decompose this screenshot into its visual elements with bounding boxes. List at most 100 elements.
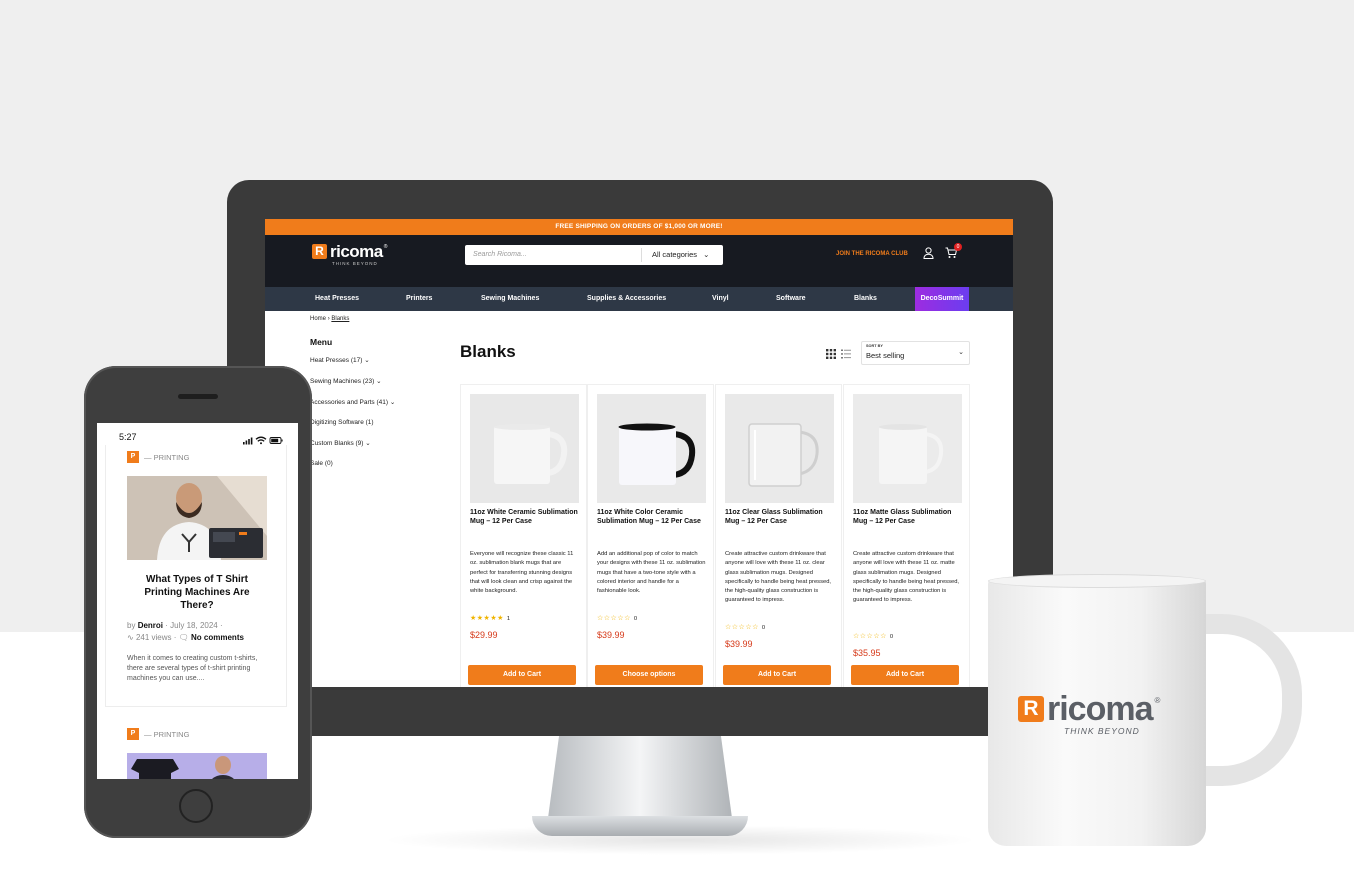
product-description: Create attractive custom drinkware that … [725, 551, 832, 604]
page-title: Blanks [460, 342, 516, 361]
review-count: 0 [761, 625, 766, 631]
sidebar-item-digitizing-software[interactable]: Digitizing Software (1) [310, 419, 374, 426]
product-image[interactable] [725, 394, 834, 503]
breadcrumb-current[interactable]: Blanks [331, 316, 349, 322]
post-comments[interactable]: No comments [191, 633, 244, 642]
site-header: R ricoma ® THINK BEYOND Search Ricoma...… [265, 235, 1013, 287]
phone-home-button[interactable] [179, 789, 213, 823]
sidebar-item-heat-presses[interactable]: Heat Presses (17) ⌄ [310, 356, 370, 364]
grid-view-icon[interactable] [826, 346, 836, 364]
product-title[interactable]: 11oz Clear Glass Sublimation Mug – 12 Pe… [725, 508, 834, 526]
comment-icon: 🗨 [178, 633, 189, 642]
status-time: 5:27 [119, 432, 137, 442]
product-card[interactable]: 11oz Matte Glass Sublimation Mug – 12 Pe… [843, 384, 970, 687]
nav-blanks[interactable]: Blanks [854, 287, 877, 311]
choose-options-button[interactable]: Choose options [595, 665, 703, 685]
nav-heat-presses[interactable]: Heat Presses [315, 287, 359, 311]
post-category[interactable]: — PRINTING [144, 453, 189, 462]
site-logo[interactable]: R ricoma ® THINK BEYOND [312, 242, 387, 266]
sort-label: SORT BY [866, 344, 883, 348]
chevron-down-icon: ⌄ [364, 357, 370, 364]
two-tone-mug-icon [597, 394, 706, 503]
mug-logo: R ricoma ® [1018, 690, 1161, 728]
add-to-cart-button[interactable]: Add to Cart [851, 665, 959, 685]
search-input[interactable]: Search Ricoma... [473, 245, 527, 265]
wifi-icon [255, 436, 267, 442]
post-author[interactable]: Denroi [138, 621, 163, 630]
search-bar: Search Ricoma... All categories ⌄ [465, 245, 723, 265]
add-to-cart-button[interactable]: Add to Cart [723, 665, 831, 685]
chevron-down-icon: ⌄ [703, 250, 710, 259]
sidebar-item-label: Heat Presses (17) [310, 357, 363, 364]
product-description: Add an additional pop of color to match … [597, 551, 706, 595]
signal-icon [243, 437, 253, 445]
product-title[interactable]: 11oz Matte Glass Sublimation Mug – 12 Pe… [853, 508, 962, 526]
product-price: $39.99 [597, 630, 625, 640]
sidebar-item-custom-blanks[interactable]: Custom Blanks (9) ⌄ [310, 439, 371, 447]
add-to-cart-button[interactable]: Add to Cart [468, 665, 576, 685]
product-rating: ☆☆☆☆☆ 0 [597, 615, 638, 622]
mug-tagline: THINK BEYOND [1064, 726, 1140, 736]
sidebar-item-label: Accessories and Parts (41) [310, 399, 389, 406]
post-excerpt: When it comes to creating custom t-shirt… [127, 655, 258, 682]
breadcrumb: Home › Blanks [310, 316, 349, 322]
nav-software[interactable]: Software [776, 287, 806, 311]
post-thumbnail[interactable] [127, 476, 267, 560]
chevron-down-icon: ⌄ [365, 440, 371, 447]
matte-glass-mug-icon [853, 394, 962, 503]
sidebar-title: Menu [310, 337, 333, 347]
product-image[interactable] [470, 394, 579, 503]
nav-decosummit[interactable]: DecoSummit [915, 287, 969, 311]
logo-name: ricoma [330, 242, 383, 261]
list-view-icon[interactable] [841, 346, 851, 364]
nav-vinyl[interactable]: Vinyl [712, 287, 729, 311]
product-card[interactable]: 11oz White Color Ceramic Sublimation Mug… [587, 384, 714, 687]
post-thumbnail[interactable] [127, 753, 267, 779]
nav-printers[interactable]: Printers [406, 287, 432, 311]
review-count: 0 [633, 616, 638, 622]
mug-logo-mark-icon: R [1018, 696, 1044, 722]
post-date: · July 18, 2024 · [165, 621, 223, 630]
product-card[interactable]: 11oz Clear Glass Sublimation Mug – 12 Pe… [715, 384, 842, 687]
mug-logo-reg: ® [1154, 696, 1161, 705]
nav-sewing-machines[interactable]: Sewing Machines [481, 287, 539, 311]
search-divider [641, 248, 642, 262]
review-count: 1 [506, 616, 511, 622]
logo-tagline: THINK BEYOND [332, 261, 378, 266]
product-description: Everyone will recognize these classic 11… [470, 551, 574, 595]
product-title[interactable]: 11oz White Ceramic Sublimation Mug – 12 … [470, 508, 579, 526]
phone-speaker [178, 394, 218, 399]
product-image[interactable] [853, 394, 962, 503]
product-rating: ☆☆☆☆☆ 0 [725, 624, 766, 631]
post-title[interactable]: What Types of T Shirt Printing Machines … [127, 573, 267, 612]
category-select-label: All categories [652, 250, 698, 259]
chevron-down-icon: ⌄ [389, 399, 396, 406]
main-nav: Heat Presses Printers Sewing Machines Su… [265, 287, 1013, 311]
product-title[interactable]: 11oz White Color Ceramic Sublimation Mug… [597, 508, 706, 526]
monitor-chin [227, 687, 1053, 736]
post-category[interactable]: — PRINTING [144, 730, 189, 739]
sort-select[interactable]: SORT BY Best selling ⌄ [861, 341, 970, 365]
product-rating: ☆☆☆☆☆ 0 [853, 633, 894, 640]
product-price: $39.99 [725, 639, 753, 649]
product-rating: ★★★★★ 1 [470, 615, 511, 622]
product-image[interactable] [597, 394, 706, 503]
breadcrumb-home[interactable]: Home [310, 316, 326, 322]
sidebar-item-label: Custom Blanks (9) [310, 440, 364, 447]
mug-logo-name: ricoma [1047, 690, 1153, 728]
product-price: $29.99 [470, 630, 498, 640]
sidebar-item-sale[interactable]: Sale (0) [310, 460, 333, 467]
product-card[interactable]: 11oz White Ceramic Sublimation Mug – 12 … [460, 384, 587, 687]
category-select[interactable]: All categories ⌄ [652, 245, 709, 265]
product-description: Create attractive custom drinkware that … [853, 551, 960, 604]
post-by: by [127, 621, 136, 630]
user-icon[interactable] [923, 246, 934, 264]
sidebar-item-accessories[interactable]: Accessories and Parts (41) ⌄ [310, 398, 395, 406]
man-with-printer-image [127, 476, 267, 560]
post-meta: by Denroi · July 18, 2024 · [127, 621, 223, 630]
sidebar-item-sewing-machines[interactable]: Sewing Machines (23) ⌄ [310, 377, 382, 385]
join-club-link[interactable]: JOIN THE RICOMA CLUB [836, 251, 908, 257]
product-price: $35.95 [853, 648, 881, 658]
monitor-screen: FREE SHIPPING ON ORDERS OF $1,000 OR MOR… [265, 219, 1013, 687]
nav-supplies-accessories[interactable]: Supplies & Accessories [587, 287, 666, 311]
